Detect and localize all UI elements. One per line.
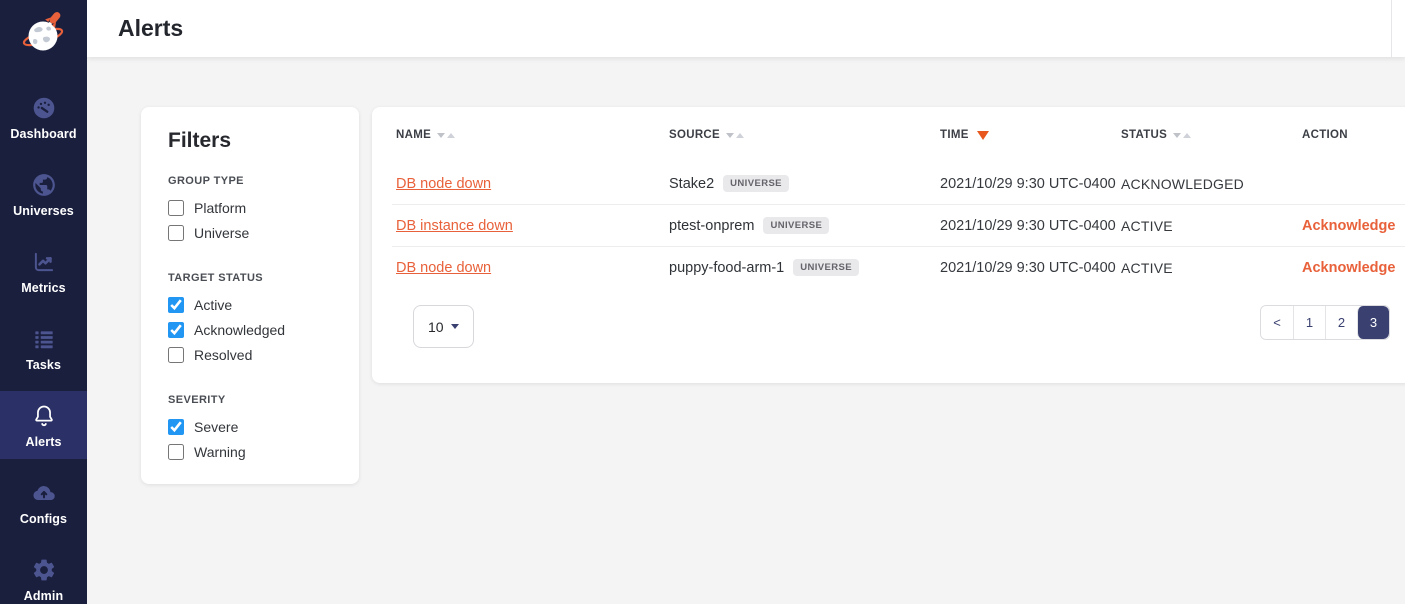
alert-status: ACTIVE: [1121, 218, 1302, 234]
filters-panel: Filters GROUP TYPE Platform Universe TAR…: [141, 107, 359, 484]
sidebar-item-label: Admin: [24, 589, 63, 603]
active-checkbox[interactable]: [168, 297, 184, 313]
sort-icons[interactable]: [437, 133, 455, 138]
column-header-action: ACTION: [1302, 129, 1405, 141]
universe-badge: UNIVERSE: [763, 217, 829, 234]
alert-time: 2021/10/29 9:30 UTC-0400: [940, 260, 1121, 276]
filter-group-severity: SEVERITY Severe Warning: [168, 394, 339, 460]
sidebar-item-universes[interactable]: Universes: [0, 160, 87, 228]
source-name: puppy-food-arm-1: [669, 260, 784, 276]
page-size-dropdown[interactable]: 10: [413, 305, 474, 348]
alerts-table-panel: NAME SOURCE TIME STATUS ACTION DB node d…: [372, 107, 1405, 383]
column-header-source[interactable]: SOURCE: [669, 129, 940, 141]
sidebar-item-configs[interactable]: Configs: [0, 468, 87, 536]
acknowledge-link[interactable]: Acknowledge: [1302, 260, 1395, 276]
sidebar-item-dashboard[interactable]: Dashboard: [0, 83, 87, 151]
header-divider: [1391, 0, 1392, 57]
column-header-time[interactable]: TIME: [940, 129, 1121, 141]
page-size-value: 10: [428, 319, 444, 335]
filter-option-label: Active: [194, 297, 232, 313]
filter-option-platform[interactable]: Platform: [168, 200, 339, 216]
platform-checkbox[interactable]: [168, 200, 184, 216]
filter-option-resolved[interactable]: Resolved: [168, 347, 339, 363]
sort-icons[interactable]: [1173, 133, 1191, 138]
alert-name-link[interactable]: DB instance down: [396, 218, 513, 234]
chevron-down-icon: [451, 324, 459, 329]
resolved-checkbox[interactable]: [168, 347, 184, 363]
gauge-icon: [31, 94, 57, 122]
sidebar-item-label: Metrics: [21, 281, 65, 295]
severe-checkbox[interactable]: [168, 419, 184, 435]
filter-group-target-status: TARGET STATUS Active Acknowledged Resolv…: [168, 272, 339, 363]
filter-group-label: TARGET STATUS: [168, 272, 339, 284]
page-button-1[interactable]: 1: [1293, 306, 1325, 339]
table-header-row: NAME SOURCE TIME STATUS ACTION: [372, 107, 1405, 163]
sidebar-item-alerts[interactable]: Alerts: [0, 391, 87, 459]
filter-option-warning[interactable]: Warning: [168, 444, 339, 460]
sidebar-item-label: Alerts: [25, 435, 61, 449]
sidebar-item-tasks[interactable]: Tasks: [0, 314, 87, 382]
sidebar-nav: Dashboard Universes Metrics: [0, 83, 87, 604]
column-header-status[interactable]: STATUS: [1121, 129, 1302, 141]
alert-status: ACTIVE: [1121, 260, 1302, 276]
table-row: DB node down puppy-food-arm-1 UNIVERSE 2…: [372, 247, 1405, 288]
source-name: ptest-onprem: [669, 218, 754, 234]
filter-group-label: SEVERITY: [168, 394, 339, 406]
top-header: Alerts: [87, 0, 1405, 57]
gear-icon: [31, 556, 57, 584]
acknowledge-link[interactable]: Acknowledge: [1302, 218, 1395, 234]
source-name: Stake2: [669, 176, 714, 192]
planet-rocket-logo-icon: [20, 9, 68, 59]
main-content: Filters GROUP TYPE Platform Universe TAR…: [87, 57, 1405, 604]
sidebar-item-label: Universes: [13, 204, 74, 218]
filter-option-label: Resolved: [194, 347, 252, 363]
globe-icon: [31, 171, 57, 199]
sidebar-item-label: Tasks: [26, 358, 61, 372]
page-title: Alerts: [118, 0, 183, 57]
alert-status: ACKNOWLEDGED: [1121, 176, 1302, 192]
universe-badge: UNIVERSE: [793, 259, 859, 276]
filter-option-severe[interactable]: Severe: [168, 419, 339, 435]
table-row: DB node down Stake2 UNIVERSE 2021/10/29 …: [372, 163, 1405, 204]
alert-time: 2021/10/29 9:30 UTC-0400: [940, 218, 1121, 234]
pager: < 1 2 3: [1260, 305, 1390, 340]
filter-option-universe[interactable]: Universe: [168, 225, 339, 241]
line-chart-icon: [31, 248, 57, 276]
sidebar: Dashboard Universes Metrics: [0, 0, 87, 604]
filter-option-label: Universe: [194, 225, 249, 241]
alert-name-link[interactable]: DB node down: [396, 260, 491, 276]
filter-group-group-type: GROUP TYPE Platform Universe: [168, 175, 339, 241]
universe-checkbox[interactable]: [168, 225, 184, 241]
filter-option-active[interactable]: Active: [168, 297, 339, 313]
bell-icon: [31, 402, 57, 430]
sidebar-item-label: Configs: [20, 512, 67, 526]
column-header-name[interactable]: NAME: [396, 129, 669, 141]
pagination-bar: 10 < 1 2 3: [413, 305, 1390, 348]
table-row: DB instance down ptest-onprem UNIVERSE 2…: [372, 205, 1405, 246]
page-button-3[interactable]: 3: [1357, 306, 1389, 339]
warning-checkbox[interactable]: [168, 444, 184, 460]
page-button-2[interactable]: 2: [1325, 306, 1357, 339]
filter-option-label: Platform: [194, 200, 246, 216]
sidebar-item-metrics[interactable]: Metrics: [0, 237, 87, 305]
sort-desc-icon[interactable]: [977, 131, 989, 140]
sidebar-item-label: Dashboard: [10, 127, 76, 141]
filter-option-acknowledged[interactable]: Acknowledged: [168, 322, 339, 338]
alert-name-link[interactable]: DB node down: [396, 176, 491, 192]
acknowledged-checkbox[interactable]: [168, 322, 184, 338]
filters-title: Filters: [168, 129, 339, 153]
sidebar-item-admin[interactable]: Admin: [0, 545, 87, 604]
filter-option-label: Warning: [194, 444, 246, 460]
filter-option-label: Severe: [194, 419, 238, 435]
list-icon: [31, 325, 57, 353]
filter-option-label: Acknowledged: [194, 322, 285, 338]
alert-time: 2021/10/29 9:30 UTC-0400: [940, 176, 1121, 192]
cloud-upload-icon: [31, 479, 57, 507]
universe-badge: UNIVERSE: [723, 175, 789, 192]
app-logo[interactable]: [0, 0, 87, 62]
prev-page-button[interactable]: <: [1261, 306, 1293, 339]
filter-group-label: GROUP TYPE: [168, 175, 339, 187]
sort-icons[interactable]: [726, 133, 744, 138]
